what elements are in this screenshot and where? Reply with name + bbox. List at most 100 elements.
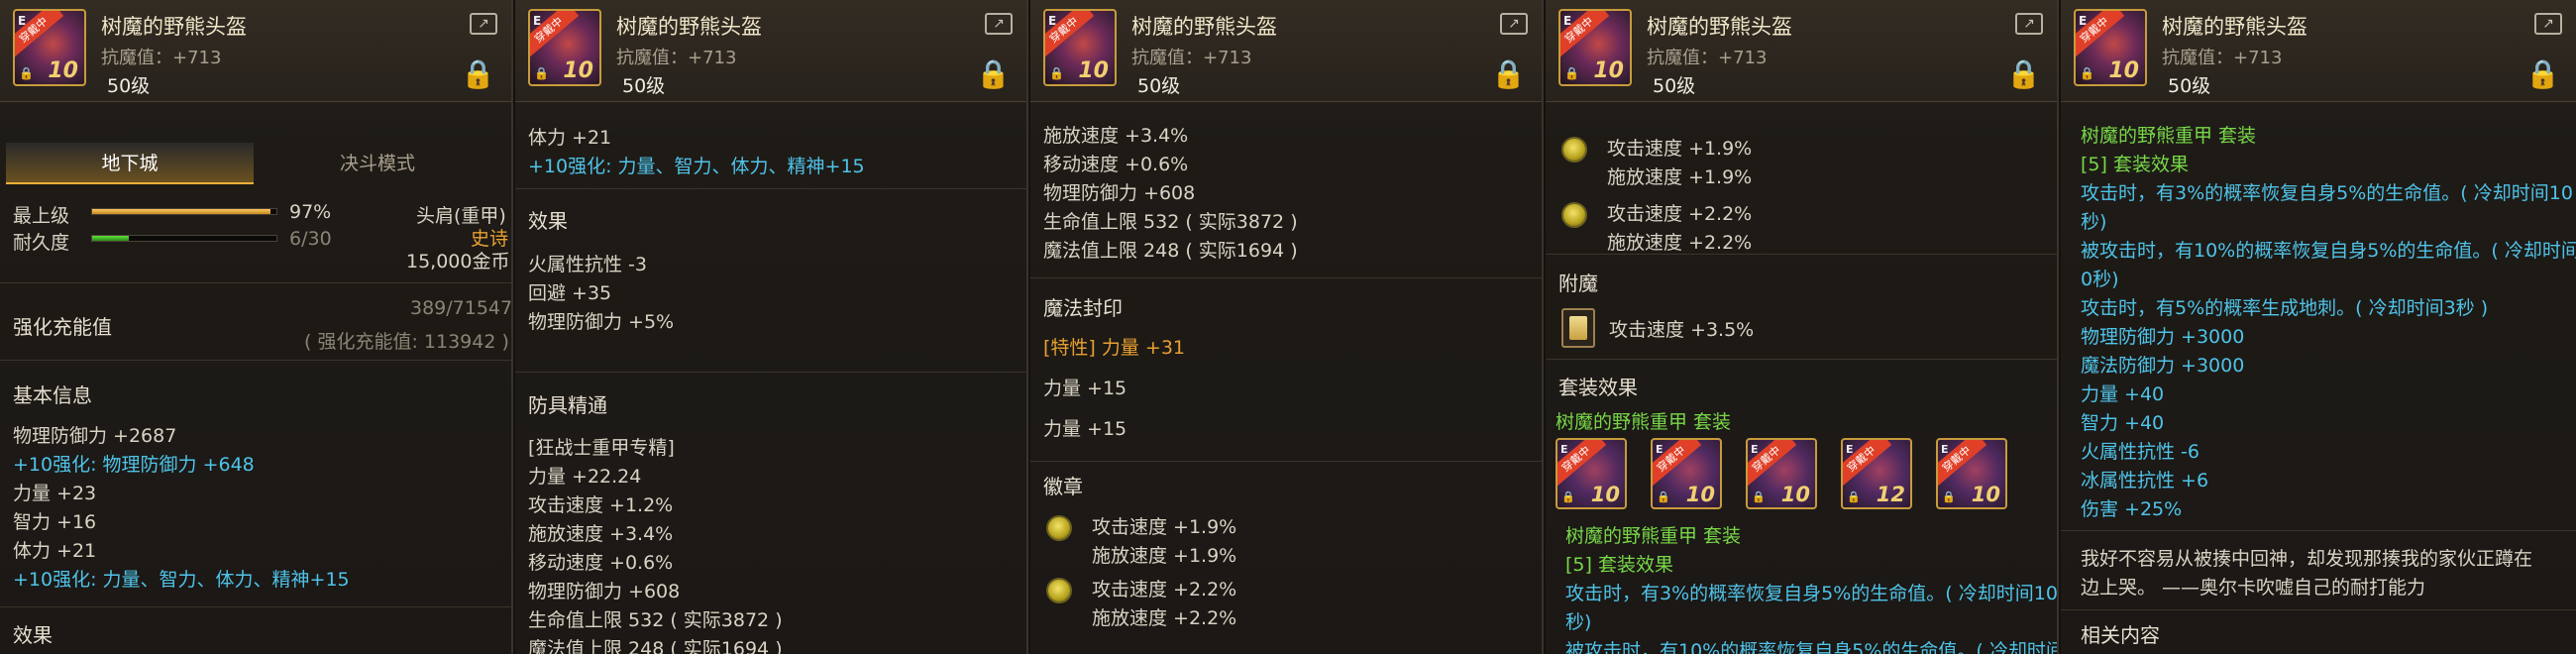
upgrade-level: 10 bbox=[48, 58, 78, 83]
set-effect-line: 冰属性抗性 +6 bbox=[2081, 470, 2209, 491]
price: 15,000金币 bbox=[406, 251, 510, 272]
flavor-text: 我好不容易从被揍中回神，却发现那揍我的家伙正蹲在 bbox=[2081, 548, 2533, 570]
set-effect-line: 攻击时，有5%的概率生成地刺。( 冷却时间3秒 ) bbox=[2081, 297, 2489, 319]
set-effect-line: 力量 +40 bbox=[2081, 383, 2165, 405]
mastery-line: 攻击速度 +1.2% bbox=[528, 494, 674, 516]
item-name: 树魔的野熊头盔 bbox=[2162, 15, 2308, 39]
share-icon[interactable]: ↗ bbox=[1500, 13, 1528, 35]
item-tooltip-panel-2: 穿戴中 E 🔒 10 树魔的野熊头盔 抗魔值：+713 50级 ↗ 🔒 体力 +… bbox=[515, 0, 1028, 654]
emblem-line: 攻击速度 +1.9% bbox=[1607, 138, 1753, 160]
equipped-marker: E bbox=[1941, 443, 1949, 456]
item-level: 50级 bbox=[1653, 75, 1696, 97]
tab-duel[interactable]: 决斗模式 bbox=[254, 143, 501, 184]
item-tooltip-panel-1: 穿戴中 E 🔒 10 树魔的野熊头盔 抗魔值：+713 50级 ↗ 🔒 地下城 … bbox=[0, 0, 513, 654]
item-header: 穿戴中 E 🔒 10 树魔的野熊头盔 抗魔值：+713 50级 ↗ 🔒 bbox=[2061, 0, 2576, 102]
mastery-line: 物理防御力 +608 bbox=[528, 581, 681, 602]
magic-resist: 抗魔值：+713 bbox=[616, 48, 737, 68]
emblem-line: 攻击速度 +1.9% bbox=[1092, 516, 1237, 538]
set-effect-line: 秒) bbox=[1565, 611, 1592, 633]
seal-title: 魔法封印 bbox=[1043, 296, 1123, 320]
upgrade-level: 12 bbox=[1876, 483, 1905, 506]
stat-line: 物理防御力 +608 bbox=[1043, 182, 1196, 204]
item-tooltip-panel-3: 穿戴中 E 🔒 10 树魔的野熊头盔 抗魔值：+713 50级 ↗ 🔒 魔法封印… bbox=[1030, 0, 1544, 654]
set-effect-line: 0秒) bbox=[2081, 269, 2119, 290]
durability-value: 6/30 bbox=[289, 228, 332, 250]
effect-title: 效果 bbox=[13, 623, 53, 647]
stat-line: 施放速度 +3.4% bbox=[1043, 125, 1189, 147]
seal-line: [特性] 力量 +31 bbox=[1043, 337, 1186, 359]
upgrade-level: 10 bbox=[1078, 58, 1109, 83]
set-item-icon[interactable]: 穿戴中 E 🔒 12 bbox=[1841, 438, 1912, 509]
magic-resist: 抗魔值：+713 bbox=[1647, 48, 1768, 68]
upgrade-level: 10 bbox=[2108, 58, 2139, 83]
lock-small-icon: 🔒 bbox=[2080, 66, 2094, 80]
item-header: 穿戴中 E 🔒 10 树魔的野熊头盔 抗魔值：+713 50级 ↗ 🔒 bbox=[1546, 0, 2057, 102]
helmet-item-icon[interactable]: 穿戴中 E 🔒 10 bbox=[528, 9, 601, 86]
share-icon[interactable]: ↗ bbox=[985, 13, 1013, 35]
lock-icon[interactable]: 🔒 bbox=[2525, 57, 2560, 90]
mastery-line: 生命值上限 532 ( 实际3872 ) bbox=[528, 609, 783, 631]
basic-stat-line: 力量 +23 bbox=[13, 483, 97, 504]
set-item-icon[interactable]: 穿戴中 E 🔒 10 bbox=[1556, 438, 1627, 509]
emblem-icon bbox=[1561, 202, 1587, 228]
equipped-marker: E bbox=[1048, 14, 1057, 28]
charge-detail: ( 强化充能值: 113942 ) bbox=[304, 331, 509, 353]
share-icon[interactable]: ↗ bbox=[470, 13, 497, 35]
upgrade-level: 10 bbox=[563, 58, 593, 83]
set-item-icon[interactable]: 穿戴中 E 🔒 10 bbox=[1936, 438, 2007, 509]
set-effect-line: 攻击时，有3%的概率恢复自身5%的生命值。( 冷却时间10 bbox=[2081, 182, 2573, 204]
mastery-title: 防具精通 bbox=[528, 393, 607, 417]
mastery-line: 力量 +22.24 bbox=[528, 466, 642, 488]
set-effect-line: 智力 +40 bbox=[2081, 412, 2165, 434]
lock-icon[interactable]: 🔒 bbox=[2006, 57, 2041, 90]
lock-icon[interactable]: 🔒 bbox=[1491, 57, 1526, 90]
item-header: 穿戴中 E 🔒 10 树魔的野熊头盔 抗魔值：+713 50级 ↗ 🔒 bbox=[0, 0, 511, 102]
related-title: 相关内容 bbox=[2081, 623, 2160, 647]
durability-label: 耐久度 bbox=[13, 232, 70, 254]
share-icon[interactable]: ↗ bbox=[2534, 13, 2562, 35]
effect-line: 物理防御力 +5% bbox=[528, 311, 675, 333]
item-level: 50级 bbox=[622, 75, 666, 97]
equipped-marker: E bbox=[1751, 443, 1759, 456]
effect-line: 火属性抗性 -3 bbox=[528, 254, 647, 275]
equipped-marker: E bbox=[533, 14, 542, 28]
seal-line: 力量 +15 bbox=[1043, 418, 1127, 440]
helmet-item-icon[interactable]: 穿戴中 E 🔒 10 bbox=[1558, 9, 1632, 86]
enchant-title: 附魔 bbox=[1558, 272, 1598, 295]
item-level: 50级 bbox=[107, 75, 151, 97]
share-icon[interactable]: ↗ bbox=[2015, 13, 2043, 35]
tab-dungeon[interactable]: 地下城 bbox=[6, 143, 254, 184]
set-effect-line: 秒) bbox=[2081, 211, 2107, 233]
set-item-icon[interactable]: 穿戴中 E 🔒 10 bbox=[1651, 438, 1722, 509]
emblem-line: 施放速度 +2.2% bbox=[1607, 232, 1753, 254]
item-header: 穿戴中 E 🔒 10 树魔的野熊头盔 抗魔值：+713 50级 ↗ 🔒 bbox=[515, 0, 1026, 102]
mastery-line: 施放速度 +3.4% bbox=[528, 523, 674, 545]
item-level: 50级 bbox=[1137, 75, 1181, 97]
item-level: 50级 bbox=[2168, 75, 2211, 97]
lock-small-icon: 🔒 bbox=[1564, 66, 1579, 80]
basic-stat-line: 物理防御力 +2687 bbox=[13, 425, 177, 447]
magic-resist: 抗魔值：+713 bbox=[2162, 48, 2283, 68]
helmet-item-icon[interactable]: 穿戴中 E 🔒 10 bbox=[2074, 9, 2147, 86]
emblem-line: 施放速度 +1.9% bbox=[1607, 166, 1753, 188]
mastery-line: 移动速度 +0.6% bbox=[528, 552, 674, 574]
emblem-title: 徽章 bbox=[1043, 475, 1083, 498]
helmet-item-icon[interactable]: 穿戴中 E 🔒 10 bbox=[13, 9, 86, 86]
lock-icon[interactable]: 🔒 bbox=[976, 57, 1011, 90]
item-name: 树魔的野熊头盔 bbox=[1647, 15, 1792, 39]
lock-small-icon: 🔒 bbox=[1847, 490, 1861, 503]
stat-line: 移动速度 +0.6% bbox=[1043, 154, 1189, 175]
lock-icon[interactable]: 🔒 bbox=[461, 57, 495, 90]
lock-small-icon: 🔒 bbox=[534, 66, 549, 80]
set-effect-line: 攻击时，有3%的概率恢复自身5%的生命值。( 冷却时间10 bbox=[1565, 583, 2058, 604]
emblem-line: 施放速度 +1.9% bbox=[1092, 545, 1237, 567]
flavor-text: 边上哭。 ——奥尔卡吹嘘自己的耐打能力 bbox=[2081, 577, 2426, 599]
set-effect-line: 被攻击时，有10%的概率恢复自身5%的生命值。( 冷却时间1 bbox=[2081, 240, 2576, 262]
helmet-item-icon[interactable]: 穿戴中 E 🔒 10 bbox=[1043, 9, 1117, 86]
basic-stat-line: +10强化: 物理防御力 +648 bbox=[13, 454, 255, 476]
equipped-marker: E bbox=[2079, 14, 2088, 28]
set-item-icon[interactable]: 穿戴中 E 🔒 10 bbox=[1746, 438, 1817, 509]
emblem-line: 攻击速度 +2.2% bbox=[1092, 579, 1237, 600]
set-bonus-title: [5] 套装效果 bbox=[2081, 154, 2189, 175]
lock-small-icon: 🔒 bbox=[1942, 490, 1956, 503]
